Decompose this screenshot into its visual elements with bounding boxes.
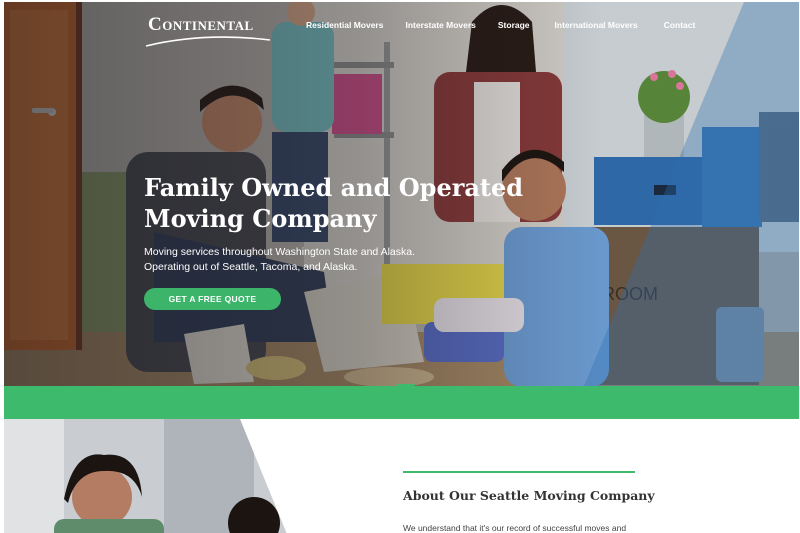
hero-subtitle: Moving services throughout Washington St… [144, 245, 434, 274]
about-text: We understand that it's our record of su… [403, 523, 627, 533]
hero-subtitle-line2: Operating out of Seattle, Tacoma, and Al… [144, 260, 358, 273]
nav-interstate-movers[interactable]: Interstate Movers [405, 20, 475, 30]
hero-subtitle-line1: Moving services throughout Washington St… [144, 246, 416, 258]
hero-title: Family Owned and Operated Moving Company [144, 172, 564, 234]
about-photo [4, 419, 294, 533]
about-title: About Our Seattle Moving Company [403, 488, 655, 503]
hero-section: ROOM [4, 2, 799, 386]
main-nav: Residential Movers Interstate Movers Sto… [306, 20, 695, 30]
page: ROOM [4, 2, 799, 533]
hero-title-line2: Moving Company [144, 204, 377, 233]
logo-swoosh-icon [145, 36, 271, 47]
nav-contact[interactable]: Contact [664, 20, 696, 30]
hero-title-line1: Family Owned and Operated [144, 173, 524, 202]
get-free-quote-button[interactable]: GET A FREE QUOTE [144, 288, 281, 310]
band-notch [396, 384, 416, 393]
nav-storage[interactable]: Storage [498, 20, 530, 30]
nav-international-movers[interactable]: International Movers [555, 20, 638, 30]
about-accent-line [403, 471, 635, 473]
logo[interactable]: Continental [144, 14, 274, 47]
nav-residential-movers[interactable]: Residential Movers [306, 20, 383, 30]
